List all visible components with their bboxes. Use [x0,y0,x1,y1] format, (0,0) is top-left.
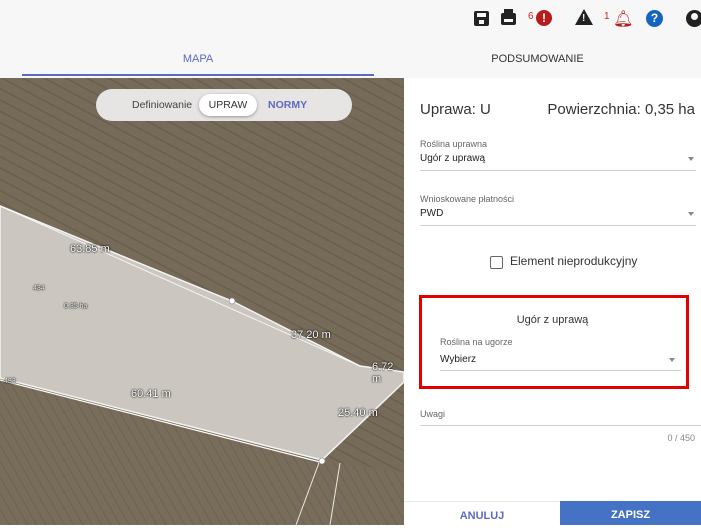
edge-length-right-bottom: 25.40 m [338,407,378,419]
parcel-id-label: 434 [33,285,45,292]
fallow-crop-label: Roślina na ugorze [440,337,513,347]
panel-title: Uprawa: U [420,101,491,118]
tab-bar: MAPA PODSUMOWANIE [0,38,701,78]
parcel-area-label: 0.35 ha [64,303,88,310]
edge-length-far: 6.72 m [372,361,394,385]
payments-field-label: Wnioskowane płatności [420,194,515,204]
help-icon[interactable]: ? [646,10,663,27]
non-productive-checkbox[interactable] [490,256,503,269]
notes-input[interactable] [420,425,701,426]
map-view[interactable]: 63.85 m 434 0.35 ha 37.20 m 6.72 m 433 6… [0,78,404,525]
fallow-section-title: Ugór z uprawą [516,314,589,326]
warning-count: 1 [604,11,610,22]
bell-icon[interactable]: 🔔︎ [613,9,633,29]
tab-podsumowanie[interactable]: PODSUMOWANIE [374,38,701,78]
save-button[interactable]: ZAPISZ [560,501,701,525]
fallow-crop-underline [440,370,681,371]
non-productive-label[interactable]: Element nieprodukcyjny [510,254,637,268]
panel-area: Powierzchnia: 0,35 ha [547,101,695,118]
error-count: 6 [528,11,534,22]
top-toolbar: 6 ! ! 1 🔔︎ ? [0,0,701,38]
payments-underline [420,225,696,226]
error-icon[interactable]: ! [536,10,552,26]
notes-char-counter: 0 / 450 [667,433,695,443]
notes-label[interactable]: Uwagi [420,409,445,419]
payments-select[interactable]: PWD [420,208,443,219]
crop-select[interactable]: Ugór z uprawą [420,153,485,164]
crop-dropdown-icon[interactable] [688,157,694,161]
map-canvas[interactable] [0,78,404,525]
mode-upraw-button[interactable]: UPRAW [199,94,257,116]
print-icon[interactable] [501,9,516,25]
edge-length-bottom: 60.41 m [131,388,171,400]
crop-underline [420,170,696,171]
edge-length-top: 63.85 m [70,243,110,255]
save-icon[interactable] [474,11,489,26]
mode-normy-button[interactable]: NORMY [268,99,307,111]
neighbor-parcel-label: 433 [4,378,16,385]
fallow-crop-select[interactable]: Wybierz [440,354,476,365]
fallow-crop-dropdown-icon[interactable] [669,358,675,362]
tab-mapa[interactable]: MAPA [22,38,374,78]
crop-details-panel: Uprawa: U Powierzchnia: 0,35 ha Roślina … [404,84,701,526]
mode-label: Definiowanie [132,99,193,111]
edge-length-right: 37.20 m [291,329,331,341]
cancel-button[interactable]: ANULUJ [404,501,560,526]
warning-icon[interactable]: ! [575,9,593,25]
crop-field-label: Roślina uprawna [420,139,488,149]
account-icon[interactable] [686,10,701,27]
payments-dropdown-icon[interactable] [688,212,694,216]
